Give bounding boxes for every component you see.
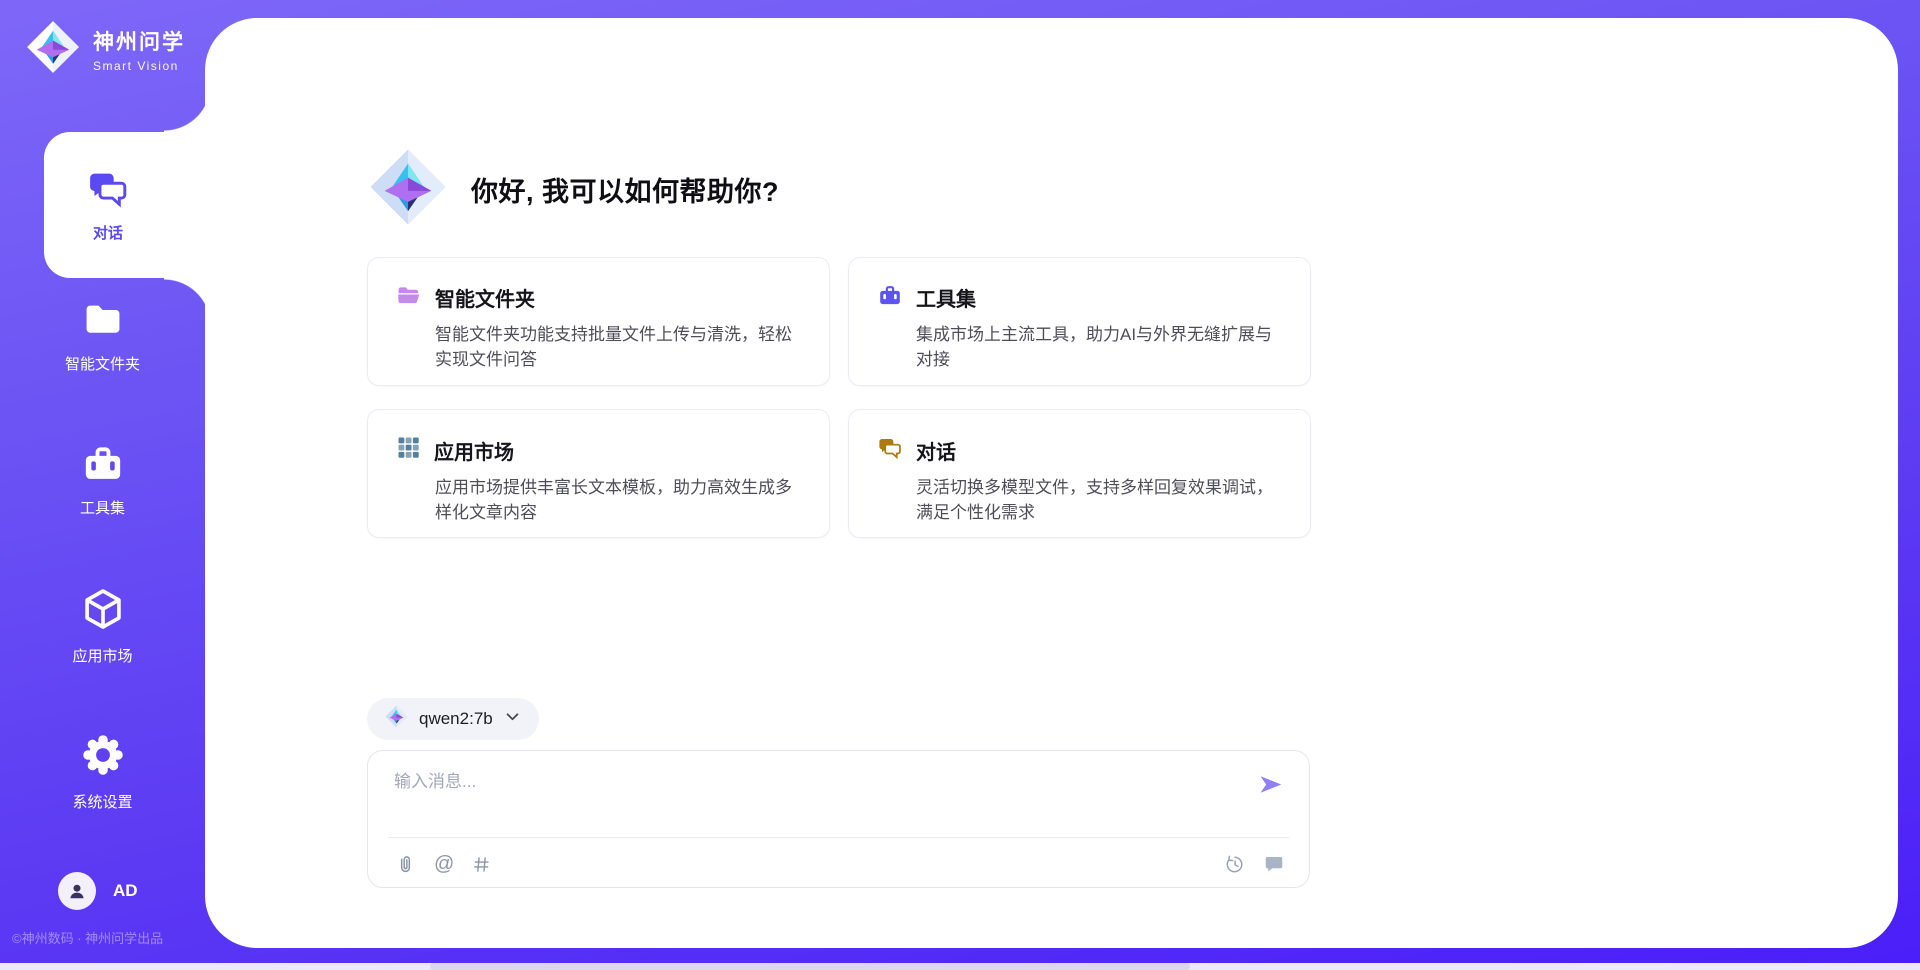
model-selector[interactable]: qwen2:7b [367, 698, 539, 740]
sidebar-item-folders[interactable]: 智能文件夹 [0, 298, 205, 374]
app-logo-icon [369, 148, 447, 231]
card-title: 对话 [916, 436, 956, 465]
brand-name: 神州问学 [93, 26, 185, 56]
horizontal-scrollbar [0, 963, 1920, 970]
sidebar-item-label: 智能文件夹 [65, 353, 140, 374]
message-composer: @ [367, 750, 1310, 888]
brand-subtitle: Smart Vision [93, 59, 185, 73]
card-description: 集成市场上主流工具，助力AI与外界无缝扩展与对接 [916, 323, 1282, 372]
tab-fillet-top [164, 84, 212, 132]
sidebar-item-label: 系统设置 [72, 791, 132, 812]
app-window: 神州问学 Smart Vision 对话 智能文件夹 [0, 0, 1920, 970]
card-description: 灵活切换多模型文件，支持多样回复效果调试，满足个性化需求 [916, 476, 1282, 525]
message-input[interactable] [394, 767, 1234, 827]
sidebar-item-chat[interactable]: 对话 [44, 132, 216, 278]
sidebar-item-label: 对话 [93, 222, 123, 243]
brand: 神州问学 Smart Vision [26, 20, 185, 79]
greeting-title: 你好, 我可以如何帮助你? [471, 170, 779, 209]
card-title: 智能文件夹 [435, 283, 535, 312]
sidebar-item-market[interactable]: 应用市场 [0, 586, 205, 666]
card-title: 应用市场 [434, 436, 514, 465]
sidebar-footer: ©神州数码 · 神州问学出品 [12, 928, 163, 947]
hero: 你好, 我可以如何帮助你? [369, 148, 779, 231]
history-icon[interactable] [1224, 853, 1246, 875]
grid-icon [396, 435, 421, 465]
chevron-down-icon [504, 710, 521, 729]
composer-divider [388, 837, 1289, 838]
avatar [58, 872, 96, 910]
send-icon[interactable] [1255, 769, 1285, 799]
user-profile[interactable]: AD [58, 872, 138, 910]
model-name: qwen2:7b [419, 709, 493, 729]
brand-logo-icon [26, 20, 80, 79]
feature-cards: 智能文件夹 智能文件夹功能支持批量文件上传与清洗，轻松实现文件问答 工具集 集成… [367, 257, 1311, 538]
mention-icon[interactable]: @ [434, 853, 454, 876]
sidebar-item-tools[interactable]: 工具集 [0, 442, 205, 518]
hash-icon[interactable] [471, 854, 492, 875]
folder-open-icon [396, 283, 422, 312]
chat-bubble-icon[interactable] [1263, 853, 1285, 875]
gear-icon [80, 732, 126, 782]
card-description: 智能文件夹功能支持批量文件上传与清洗，轻松实现文件问答 [435, 323, 801, 372]
cube-icon [80, 586, 126, 636]
card-toolset[interactable]: 工具集 集成市场上主流工具，助力AI与外界无缝扩展与对接 [848, 257, 1311, 386]
card-title: 工具集 [916, 283, 976, 312]
toolbox-icon [877, 283, 903, 312]
sidebar-item-label: 应用市场 [72, 645, 132, 666]
card-description: 应用市场提供丰富长文本模板，助力高效生成多样化文章内容 [435, 476, 801, 525]
sidebar-item-settings[interactable]: 系统设置 [0, 732, 205, 812]
model-logo-icon [385, 705, 408, 733]
composer-toolbar: @ [394, 847, 1285, 881]
chat-icon [877, 435, 903, 465]
card-chat[interactable]: 对话 灵活切换多模型文件，支持多样回复效果调试，满足个性化需求 [848, 409, 1311, 538]
attachment-icon[interactable] [394, 853, 417, 876]
user-initials: AD [113, 881, 138, 901]
sidebar-item-label: 工具集 [80, 497, 125, 518]
folder-icon [81, 298, 125, 344]
card-smart-folders[interactable]: 智能文件夹 智能文件夹功能支持批量文件上传与清洗，轻松实现文件问答 [367, 257, 830, 386]
card-app-market[interactable]: 应用市场 应用市场提供丰富长文本模板，助力高效生成多样化文章内容 [367, 409, 830, 538]
briefcase-icon [81, 442, 125, 488]
chat-duo-icon [86, 167, 130, 213]
scrollbar-thumb[interactable] [430, 963, 1190, 970]
